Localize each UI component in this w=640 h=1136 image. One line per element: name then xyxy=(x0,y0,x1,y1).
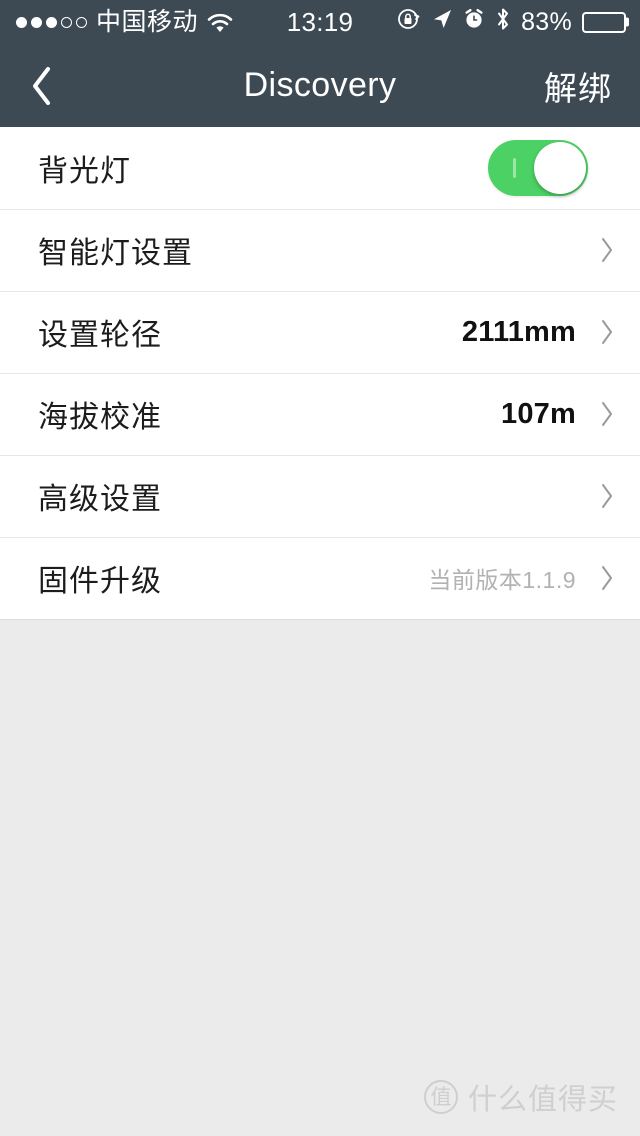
chevron-right-icon xyxy=(598,482,616,510)
row-label: 固件升级 xyxy=(38,565,162,598)
row-value: 2111mm xyxy=(461,315,576,348)
row-backlight[interactable]: 背光灯 xyxy=(0,127,640,209)
signal-dot-filled xyxy=(46,16,57,28)
chevron-right-icon xyxy=(598,236,616,264)
watermark-logo-icon: 值 xyxy=(423,1080,458,1114)
signal-strength-dots xyxy=(16,16,87,28)
bluetooth-icon xyxy=(495,7,511,38)
row-label: 背光灯 xyxy=(38,155,131,188)
carrier-label: 中国移动 xyxy=(96,7,199,36)
row-accessory: 2111mm xyxy=(462,316,616,349)
back-button[interactable] xyxy=(0,44,84,127)
navigation-bar: Discovery 解绑 xyxy=(0,44,640,127)
signal-dot-filled xyxy=(31,16,42,28)
row-advanced-settings[interactable]: 高级设置 xyxy=(0,455,640,537)
chevron-right-icon xyxy=(598,564,616,592)
backlight-toggle[interactable] xyxy=(488,140,588,196)
chevron-left-icon xyxy=(29,64,55,108)
signal-dot-empty xyxy=(61,16,72,28)
row-firmware-upgrade[interactable]: 固件升级 当前版本1.1.9 xyxy=(0,537,640,619)
signal-dot-empty xyxy=(76,16,87,28)
firmware-version-label: 当前版本1.1.9 xyxy=(428,567,576,593)
alarm-clock-icon xyxy=(463,8,485,37)
battery-icon xyxy=(582,11,629,33)
row-label: 设置轮径 xyxy=(38,319,162,352)
chevron-right-icon xyxy=(598,400,616,428)
row-accessory: 当前版本1.1.9 xyxy=(428,561,616,595)
location-arrow-icon xyxy=(431,8,453,37)
row-smart-light-settings[interactable]: 智能灯设置 xyxy=(0,209,640,291)
watermark: 值 什么值得买 xyxy=(423,1076,618,1118)
row-value: 107m xyxy=(501,397,576,430)
row-accessory xyxy=(598,236,616,264)
row-wheel-diameter[interactable]: 设置轮径 2111mm xyxy=(0,291,640,373)
status-bar-right: 83% xyxy=(397,7,629,38)
battery-percent-label: 83% xyxy=(521,7,572,36)
toggle-knob xyxy=(534,142,586,194)
watermark-text: 什么值得买 xyxy=(467,1084,618,1116)
row-accessory xyxy=(598,482,616,510)
wifi-icon xyxy=(207,12,233,32)
chevron-right-icon xyxy=(598,318,616,346)
row-accessory: 107m xyxy=(501,398,616,431)
row-label: 智能灯设置 xyxy=(38,237,193,270)
status-bar: 中国移动 13:19 83% xyxy=(0,0,640,44)
status-bar-left: 中国移动 xyxy=(16,7,233,36)
rotation-lock-icon xyxy=(397,7,421,38)
settings-list: 背光灯 智能灯设置 设置轮径 2111mm 海拔校准 107m 高级设置 固件升… xyxy=(0,127,640,620)
toggle-track-marker xyxy=(513,158,516,178)
signal-dot-filled xyxy=(16,16,27,28)
row-label: 高级设置 xyxy=(38,483,162,516)
unbind-button[interactable]: 解绑 xyxy=(544,62,612,110)
row-altitude-calibration[interactable]: 海拔校准 107m xyxy=(0,373,640,455)
row-label: 海拔校准 xyxy=(38,401,162,434)
